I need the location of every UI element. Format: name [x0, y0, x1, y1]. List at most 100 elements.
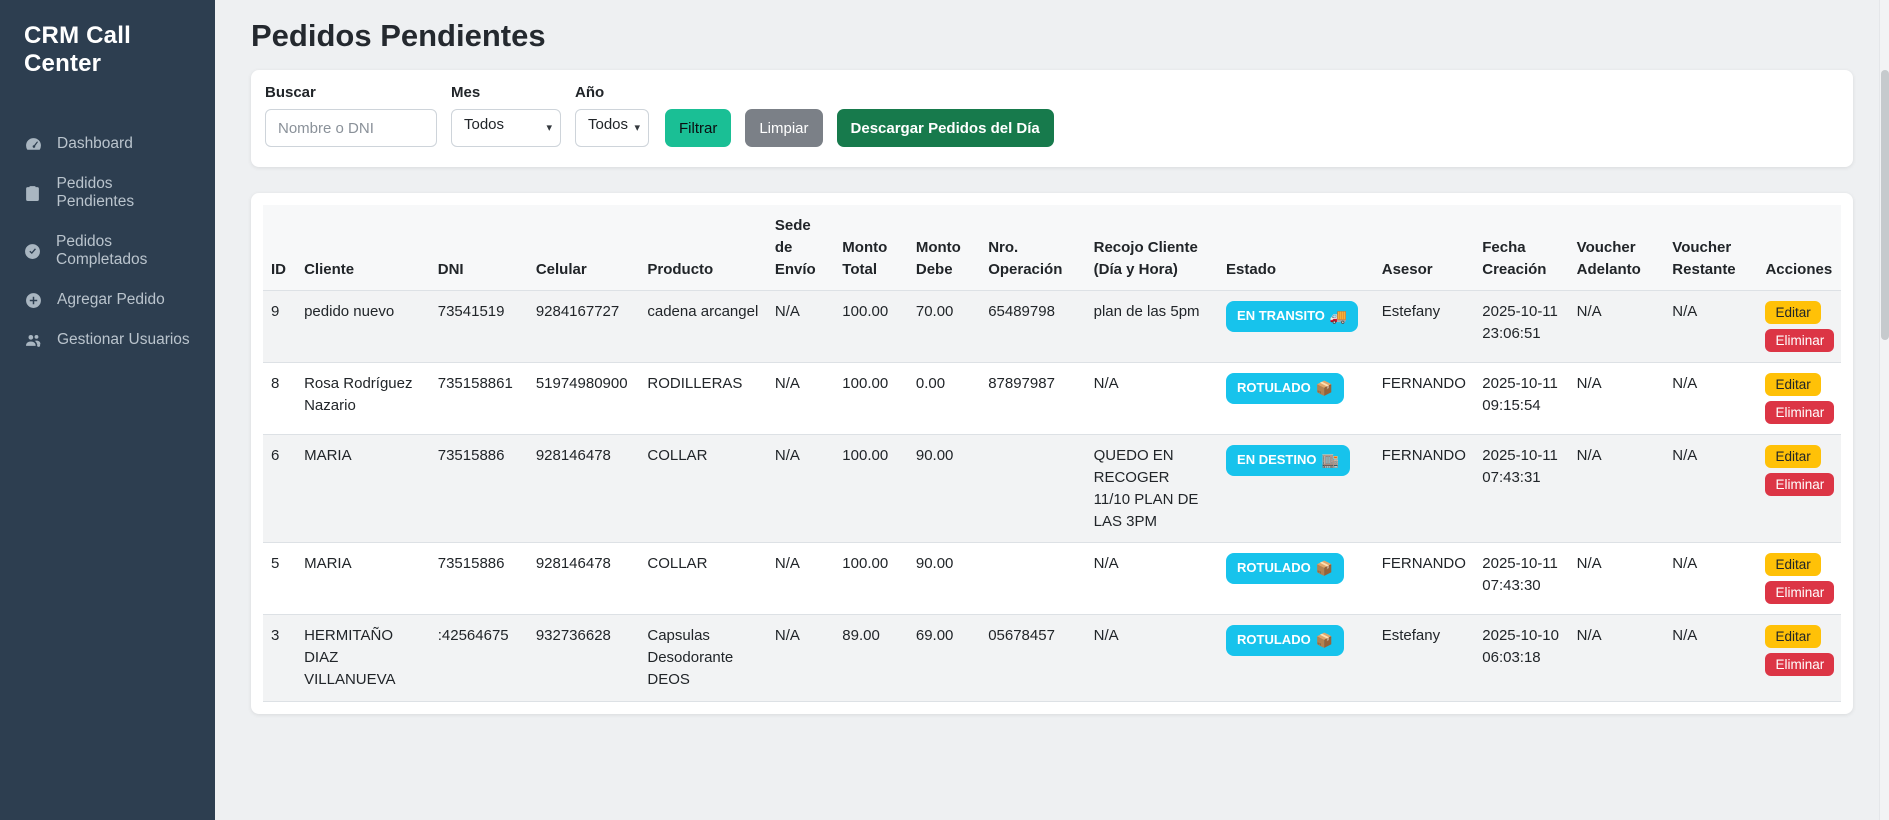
month-field: Mes Todos ▾: [451, 84, 561, 147]
status-badge: ROTULADO 📦: [1226, 625, 1344, 655]
cell-monto-total: 89.00: [834, 615, 908, 701]
cell-fecha-creacion: 2025-10-11 07:43:31: [1474, 435, 1568, 543]
sidebar-item-pedidos-pendientes[interactable]: Pedidos Pendientes: [0, 164, 215, 222]
cell-fecha-creacion: 2025-10-11 07:43:30: [1474, 543, 1568, 615]
cell-monto-debe: 0.00: [908, 363, 980, 435]
cell-asesor: FERNANDO: [1374, 363, 1475, 435]
cell-dni: 73515886: [430, 435, 528, 543]
cell-voucher-adelanto: N/A: [1569, 615, 1665, 701]
delete-button[interactable]: Eliminar: [1765, 401, 1834, 424]
year-field: Año Todos ▾: [575, 84, 649, 147]
edit-button[interactable]: Editar: [1765, 445, 1820, 468]
cell-voucher-adelanto: N/A: [1569, 543, 1665, 615]
column-header: Producto: [639, 205, 767, 291]
cell-cliente: MARIA: [296, 543, 430, 615]
column-header: Monto Total: [834, 205, 908, 291]
column-header: Estado: [1218, 205, 1374, 291]
cell-nro-operacion: 05678457: [980, 615, 1085, 701]
month-label: Mes: [451, 84, 561, 101]
column-header: Acciones: [1757, 205, 1841, 291]
cell-acciones: Editar Eliminar: [1757, 615, 1841, 701]
status-emoji-icon: 📦: [1316, 630, 1333, 650]
cell-monto-total: 100.00: [834, 291, 908, 363]
cell-producto: Capsulas Desodorante DEOS: [639, 615, 767, 701]
edit-button[interactable]: Editar: [1765, 373, 1820, 396]
column-header: Fecha Creación: [1474, 205, 1568, 291]
column-header: DNI: [430, 205, 528, 291]
column-header: ID: [263, 205, 296, 291]
table-row: 9 pedido nuevo 73541519 9284167727 caden…: [263, 291, 1841, 363]
cell-monto-debe: 69.00: [908, 615, 980, 701]
scrollbar-thumb[interactable]: [1881, 70, 1889, 340]
cell-fecha-creacion: 2025-10-10 06:03:18: [1474, 615, 1568, 701]
sidebar-item-dashboard[interactable]: Dashboard: [0, 124, 215, 164]
cell-recojo-cliente: plan de las 5pm: [1086, 291, 1218, 363]
edit-button[interactable]: Editar: [1765, 625, 1820, 648]
cell-id: 3: [263, 615, 296, 701]
cell-voucher-adelanto: N/A: [1569, 435, 1665, 543]
cell-dni: 73515886: [430, 543, 528, 615]
cell-producto: COLLAR: [639, 543, 767, 615]
sidebar-item-agregar-pedido[interactable]: Agregar Pedido: [0, 280, 215, 320]
cell-producto: cadena arcangel: [639, 291, 767, 363]
cell-id: 8: [263, 363, 296, 435]
cell-asesor: Estefany: [1374, 291, 1475, 363]
month-select[interactable]: Todos: [451, 109, 561, 147]
cell-celular: 51974980900: [528, 363, 640, 435]
cell-nro-operacion: [980, 435, 1085, 543]
cell-acciones: Editar Eliminar: [1757, 291, 1841, 363]
filter-button[interactable]: Filtrar: [665, 109, 731, 147]
cell-fecha-creacion: 2025-10-11 09:15:54: [1474, 363, 1568, 435]
delete-button[interactable]: Eliminar: [1765, 581, 1834, 604]
cell-celular: 932736628: [528, 615, 640, 701]
gauge-icon: [24, 135, 42, 153]
search-input[interactable]: [265, 109, 437, 147]
cell-recojo-cliente: N/A: [1086, 615, 1218, 701]
clear-button[interactable]: Limpiar: [745, 109, 822, 147]
cell-cliente: pedido nuevo: [296, 291, 430, 363]
scrollbar[interactable]: [1879, 0, 1889, 820]
status-emoji-icon: 📦: [1316, 378, 1333, 398]
check-circle-icon: [24, 242, 41, 260]
cell-recojo-cliente: N/A: [1086, 363, 1218, 435]
status-emoji-icon: 🚚: [1330, 306, 1347, 326]
orders-table: IDClienteDNICelularProductoSede de Envío…: [263, 205, 1841, 702]
delete-button[interactable]: Eliminar: [1765, 329, 1834, 352]
column-header: Voucher Restante: [1664, 205, 1757, 291]
sidebar-item-gestionar-usuarios[interactable]: Gestionar Usuarios: [0, 320, 215, 360]
status-badge: ROTULADO 📦: [1226, 373, 1344, 403]
column-header: Nro. Operación: [980, 205, 1085, 291]
edit-button[interactable]: Editar: [1765, 553, 1820, 576]
sidebar-nav: Dashboard Pedidos Pendientes Pedidos Com…: [0, 124, 215, 360]
cell-monto-debe: 90.00: [908, 543, 980, 615]
clipboard-icon: [24, 184, 42, 202]
cell-celular: 928146478: [528, 543, 640, 615]
main-content: Pedidos Pendientes Buscar Mes Todos ▾ Añ…: [215, 0, 1889, 820]
table-row: 3 HERMITAÑO DIAZ VILLANUEVA :42564675 93…: [263, 615, 1841, 701]
year-label: Año: [575, 84, 649, 101]
cell-sede-envio: N/A: [767, 435, 834, 543]
cell-estado: ROTULADO 📦: [1218, 543, 1374, 615]
cell-id: 9: [263, 291, 296, 363]
cell-acciones: Editar Eliminar: [1757, 363, 1841, 435]
cell-voucher-restante: N/A: [1664, 363, 1757, 435]
plus-circle-icon: [24, 291, 42, 309]
search-label: Buscar: [265, 84, 437, 101]
cell-nro-operacion: 65489798: [980, 291, 1085, 363]
filter-panel: Buscar Mes Todos ▾ Año Todos ▾ Filtrar L…: [251, 70, 1853, 167]
year-select[interactable]: Todos: [575, 109, 649, 147]
cell-estado: EN TRANSITO 🚚: [1218, 291, 1374, 363]
cell-nro-operacion: [980, 543, 1085, 615]
edit-button[interactable]: Editar: [1765, 301, 1820, 324]
cell-voucher-restante: N/A: [1664, 291, 1757, 363]
cell-fecha-creacion: 2025-10-11 23:06:51: [1474, 291, 1568, 363]
delete-button[interactable]: Eliminar: [1765, 653, 1834, 676]
cell-acciones: Editar Eliminar: [1757, 435, 1841, 543]
sidebar-item-pedidos-completados[interactable]: Pedidos Completados: [0, 222, 215, 280]
cell-monto-total: 100.00: [834, 435, 908, 543]
download-day-orders-button[interactable]: Descargar Pedidos del Día: [837, 109, 1054, 147]
cell-asesor: FERNANDO: [1374, 435, 1475, 543]
delete-button[interactable]: Eliminar: [1765, 473, 1834, 496]
cell-cliente: MARIA: [296, 435, 430, 543]
cell-recojo-cliente: QUEDO EN RECOGER 11/10 PLAN DE LAS 3PM: [1086, 435, 1218, 543]
